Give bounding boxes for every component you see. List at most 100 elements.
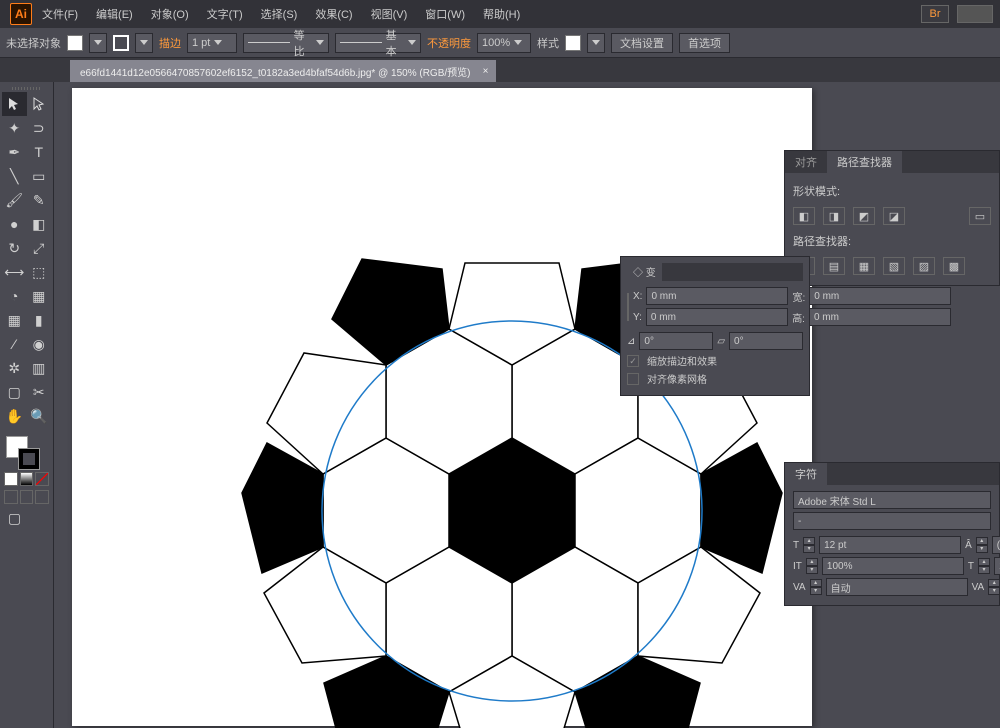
color-swatches[interactable] bbox=[2, 434, 51, 470]
blend-tool[interactable]: ◉ bbox=[27, 332, 52, 356]
menu-type[interactable]: 文字(T) bbox=[199, 2, 251, 26]
document-tab[interactable]: e66fd1441d12e0566470857602ef6152_t0182a3… bbox=[70, 60, 496, 82]
hand-tool[interactable]: ✋ bbox=[2, 404, 27, 428]
intersect-icon[interactable]: ◩ bbox=[853, 207, 875, 225]
vscale-stepper[interactable]: ▴▾ bbox=[806, 558, 818, 574]
direct-selection-tool[interactable] bbox=[27, 92, 52, 116]
w-field[interactable] bbox=[809, 287, 951, 305]
stroke-profile[interactable]: 基本 bbox=[335, 33, 421, 53]
pathfinder-tab[interactable]: 路径查找器 bbox=[827, 151, 902, 173]
width-tool[interactable]: ⟷ bbox=[2, 260, 27, 284]
menu-select[interactable]: 选择(S) bbox=[253, 2, 306, 26]
draw-normal[interactable] bbox=[4, 490, 18, 504]
scale-stroke-check[interactable] bbox=[627, 355, 639, 367]
trim-icon[interactable]: ▤ bbox=[823, 257, 845, 275]
shear-field[interactable] bbox=[729, 332, 803, 350]
opacity-label[interactable]: 不透明度 bbox=[427, 35, 471, 51]
style-dropdown[interactable] bbox=[587, 33, 605, 53]
close-icon[interactable]: × bbox=[483, 66, 489, 77]
kerning-field[interactable] bbox=[826, 578, 968, 596]
mesh-tool[interactable]: ▦ bbox=[2, 308, 27, 332]
arrange-documents[interactable] bbox=[957, 5, 993, 23]
stroke-dash[interactable]: 等比 bbox=[243, 33, 329, 53]
free-transform-tool[interactable]: ⬚ bbox=[27, 260, 52, 284]
graph-tool[interactable]: ▥ bbox=[27, 356, 52, 380]
color-mode-gradient[interactable] bbox=[20, 472, 34, 486]
magic-wand-tool[interactable]: ✦ bbox=[2, 116, 27, 140]
font-size-field[interactable] bbox=[819, 536, 961, 554]
panel-grip[interactable] bbox=[2, 84, 51, 92]
kerning-stepper[interactable]: ▴▾ bbox=[810, 579, 822, 595]
stroke-weight[interactable]: 1 pt bbox=[187, 33, 237, 53]
exclude-icon[interactable]: ◪ bbox=[883, 207, 905, 225]
leading-field[interactable] bbox=[992, 536, 1000, 554]
style-swatch[interactable] bbox=[565, 35, 581, 51]
draw-inside[interactable] bbox=[35, 490, 49, 504]
angle-field[interactable] bbox=[639, 332, 713, 350]
minus-front-icon[interactable]: ◨ bbox=[823, 207, 845, 225]
screen-mode[interactable]: ▢ bbox=[2, 506, 27, 530]
character-tab[interactable]: 字符 bbox=[785, 463, 827, 485]
outline-icon[interactable]: ▨ bbox=[913, 257, 935, 275]
document-setup-button[interactable]: 文档设置 bbox=[611, 33, 673, 53]
align-tab[interactable]: 对齐 bbox=[785, 151, 827, 173]
menu-effect[interactable]: 效果(C) bbox=[307, 2, 360, 26]
menu-object[interactable]: 对象(O) bbox=[143, 2, 197, 26]
menu-help[interactable]: 帮助(H) bbox=[475, 2, 528, 26]
stroke-color[interactable] bbox=[18, 448, 40, 470]
scale-tool[interactable]: ⤢ bbox=[27, 236, 52, 260]
menu-view[interactable]: 视图(V) bbox=[363, 2, 416, 26]
preferences-button[interactable]: 首选项 bbox=[679, 33, 730, 53]
slice-tool[interactable]: ✂ bbox=[27, 380, 52, 404]
leading-stepper[interactable]: ▴▾ bbox=[976, 537, 988, 553]
symbol-sprayer-tool[interactable]: ✲ bbox=[2, 356, 27, 380]
pen-tool[interactable]: ✒ bbox=[2, 140, 27, 164]
reference-point[interactable] bbox=[627, 293, 629, 321]
menu-edit[interactable]: 编辑(E) bbox=[88, 2, 141, 26]
align-pixel-check[interactable] bbox=[627, 373, 639, 385]
unite-icon[interactable]: ◧ bbox=[793, 207, 815, 225]
workspace-switcher[interactable]: Br bbox=[921, 5, 949, 23]
artboard-tool[interactable]: ▢ bbox=[2, 380, 27, 404]
minus-back-icon[interactable]: ▩ bbox=[943, 257, 965, 275]
selection-tool[interactable] bbox=[2, 92, 27, 116]
fill-dropdown[interactable] bbox=[89, 33, 107, 53]
stroke-swatch[interactable] bbox=[113, 35, 129, 51]
shape-builder-tool[interactable]: ◔ bbox=[2, 284, 27, 308]
rectangle-tool[interactable]: ▭ bbox=[27, 164, 52, 188]
pencil-tool[interactable]: ✎ bbox=[27, 188, 52, 212]
stroke-dropdown[interactable] bbox=[135, 33, 153, 53]
size-stepper[interactable]: ▴▾ bbox=[803, 537, 815, 553]
color-mode-solid[interactable] bbox=[4, 472, 18, 486]
menu-file[interactable]: 文件(F) bbox=[34, 2, 86, 26]
stroke-label[interactable]: 描边 bbox=[159, 35, 181, 51]
h-field[interactable] bbox=[809, 308, 951, 326]
color-mode-none[interactable] bbox=[35, 472, 49, 486]
tracking-stepper[interactable]: ▴▾ bbox=[988, 579, 1000, 595]
font-family-field[interactable] bbox=[793, 491, 991, 509]
y-field[interactable] bbox=[646, 308, 788, 326]
crop-icon[interactable]: ▧ bbox=[883, 257, 905, 275]
rotate-tool[interactable]: ↻ bbox=[2, 236, 27, 260]
lasso-tool[interactable]: ⊃ bbox=[27, 116, 52, 140]
zoom-tool[interactable]: 🔍 bbox=[27, 404, 52, 428]
x-field[interactable] bbox=[646, 287, 788, 305]
font-style-field[interactable] bbox=[793, 512, 991, 530]
hscale-field[interactable] bbox=[994, 557, 1000, 575]
vscale-field[interactable] bbox=[822, 557, 964, 575]
eyedropper-tool[interactable]: ⁄ bbox=[2, 332, 27, 356]
draw-behind[interactable] bbox=[20, 490, 34, 504]
eraser-tool[interactable]: ◧ bbox=[27, 212, 52, 236]
opacity-value[interactable]: 100% bbox=[477, 33, 531, 53]
fill-swatch[interactable] bbox=[67, 35, 83, 51]
menu-window[interactable]: 窗口(W) bbox=[417, 2, 473, 26]
type-tool[interactable]: T bbox=[27, 140, 52, 164]
paintbrush-tool[interactable]: 🖌 bbox=[2, 188, 27, 212]
transform-tab[interactable]: ◇ 变 bbox=[627, 262, 662, 281]
gradient-tool[interactable]: ▮ bbox=[27, 308, 52, 332]
expand-button[interactable]: ▭ bbox=[969, 207, 991, 225]
hscale-stepper[interactable]: ▴▾ bbox=[978, 558, 990, 574]
perspective-tool[interactable]: ▦ bbox=[27, 284, 52, 308]
line-tool[interactable]: ╲ bbox=[2, 164, 27, 188]
merge-icon[interactable]: ▦ bbox=[853, 257, 875, 275]
